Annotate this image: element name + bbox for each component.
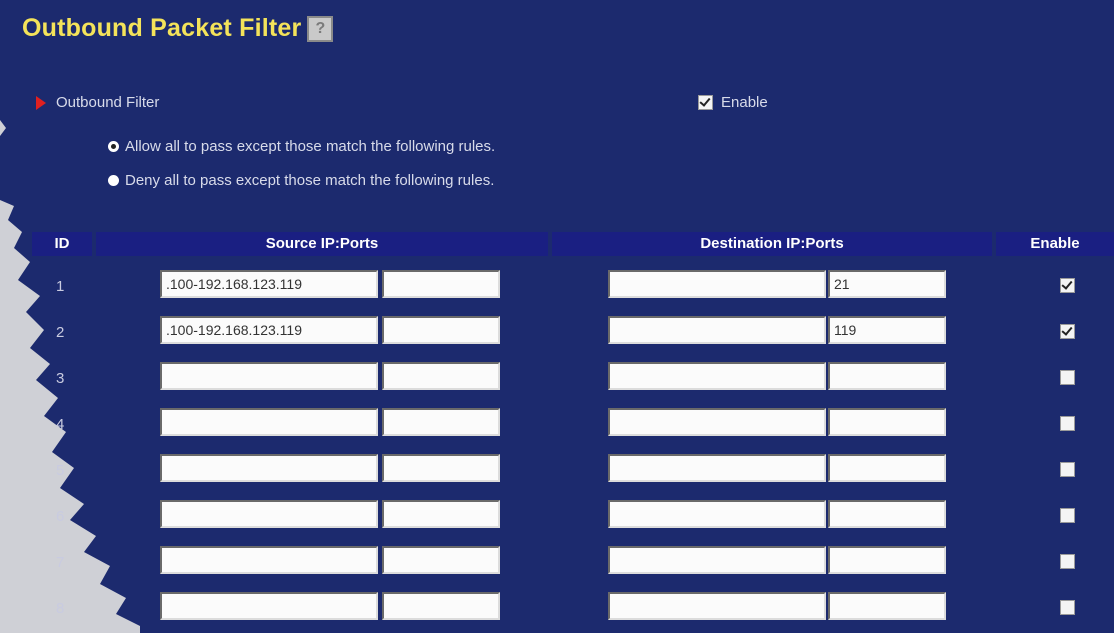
- destination-port-input[interactable]: [828, 362, 946, 390]
- source-port-input[interactable]: [382, 454, 500, 482]
- header-source: Source IP:Ports: [96, 232, 548, 256]
- filter-enable-checkbox[interactable]: [698, 95, 713, 110]
- allow-mode-radio[interactable]: [108, 141, 119, 152]
- source-port-input[interactable]: [382, 362, 500, 390]
- rule-id: 7: [56, 554, 65, 571]
- rule-row: 3: [0, 362, 1114, 394]
- rule-enable-checkbox[interactable]: [1060, 554, 1075, 569]
- header-id: ID: [32, 232, 92, 256]
- destination-port-input[interactable]: [828, 592, 946, 620]
- rule-id: 5: [56, 462, 65, 479]
- deny-mode-label: Deny all to pass except those match the …: [125, 172, 495, 189]
- source-port-input[interactable]: [382, 270, 500, 298]
- outbound-filter-row: Outbound Filter: [36, 94, 159, 111]
- source-port-input[interactable]: [382, 408, 500, 436]
- rule-enable-checkbox[interactable]: [1060, 600, 1075, 615]
- rule-enable-checkbox[interactable]: [1060, 508, 1075, 523]
- destination-ip-input[interactable]: [608, 454, 826, 482]
- rule-id: 2: [56, 324, 65, 341]
- destination-port-input[interactable]: [828, 454, 946, 482]
- destination-port-input[interactable]: [828, 408, 946, 436]
- page-title: Outbound Packet Filter: [22, 14, 302, 42]
- rule-row: 7: [0, 546, 1114, 578]
- rule-enable-checkbox[interactable]: [1060, 370, 1075, 385]
- red-arrow-icon: [36, 95, 46, 110]
- allow-mode-label: Allow all to pass except those match the…: [125, 138, 496, 155]
- source-port-input[interactable]: [382, 546, 500, 574]
- rule-id: 4: [56, 416, 65, 433]
- source-ip-input[interactable]: [160, 546, 378, 574]
- destination-ip-input[interactable]: [608, 546, 826, 574]
- destination-port-input[interactable]: [828, 500, 946, 528]
- source-ip-input[interactable]: [160, 500, 378, 528]
- destination-ip-input[interactable]: [608, 500, 826, 528]
- rule-row: 2: [0, 316, 1114, 348]
- help-icon[interactable]: ?: [307, 15, 334, 42]
- rule-row: 5: [0, 454, 1114, 486]
- header-enable: Enable: [996, 232, 1114, 256]
- rule-id: 1: [56, 278, 65, 295]
- rule-id: 6: [56, 508, 65, 525]
- rules-table-header: ID Source IP:Ports Destination IP:Ports …: [0, 232, 1114, 256]
- rule-row: 6: [0, 500, 1114, 532]
- destination-port-input[interactable]: [828, 316, 946, 344]
- source-ip-input[interactable]: [160, 408, 378, 436]
- destination-port-input[interactable]: [828, 270, 946, 298]
- destination-ip-input[interactable]: [608, 408, 826, 436]
- allow-mode-option[interactable]: Allow all to pass except those match the…: [108, 138, 495, 155]
- page-header: Outbound Packet Filter ?: [22, 14, 334, 43]
- rule-row: 1: [0, 270, 1114, 302]
- source-ip-input[interactable]: [160, 592, 378, 620]
- source-port-input[interactable]: [382, 316, 500, 344]
- destination-port-input[interactable]: [828, 546, 946, 574]
- source-ip-input[interactable]: [160, 362, 378, 390]
- rule-enable-checkbox[interactable]: [1060, 324, 1075, 339]
- rule-row: 8: [0, 592, 1114, 624]
- rule-enable-checkbox[interactable]: [1060, 416, 1075, 431]
- rule-id: 8: [56, 600, 65, 617]
- source-port-input[interactable]: [382, 592, 500, 620]
- deny-mode-option[interactable]: Deny all to pass except those match the …: [108, 172, 494, 189]
- rule-enable-checkbox[interactable]: [1060, 278, 1075, 293]
- rule-enable-checkbox[interactable]: [1060, 462, 1075, 477]
- filter-enable-control[interactable]: Enable: [698, 94, 768, 111]
- destination-ip-input[interactable]: [608, 270, 826, 298]
- source-ip-input[interactable]: [160, 316, 378, 344]
- destination-ip-input[interactable]: [608, 316, 826, 344]
- deny-mode-radio[interactable]: [108, 175, 119, 186]
- rule-row: 4: [0, 408, 1114, 440]
- header-destination: Destination IP:Ports: [552, 232, 992, 256]
- outbound-filter-label: Outbound Filter: [56, 94, 160, 111]
- source-ip-input[interactable]: [160, 270, 378, 298]
- filter-enable-label: Enable: [721, 94, 768, 111]
- destination-ip-input[interactable]: [608, 592, 826, 620]
- destination-ip-input[interactable]: [608, 362, 826, 390]
- source-port-input[interactable]: [382, 500, 500, 528]
- source-ip-input[interactable]: [160, 454, 378, 482]
- rule-id: 3: [56, 370, 65, 387]
